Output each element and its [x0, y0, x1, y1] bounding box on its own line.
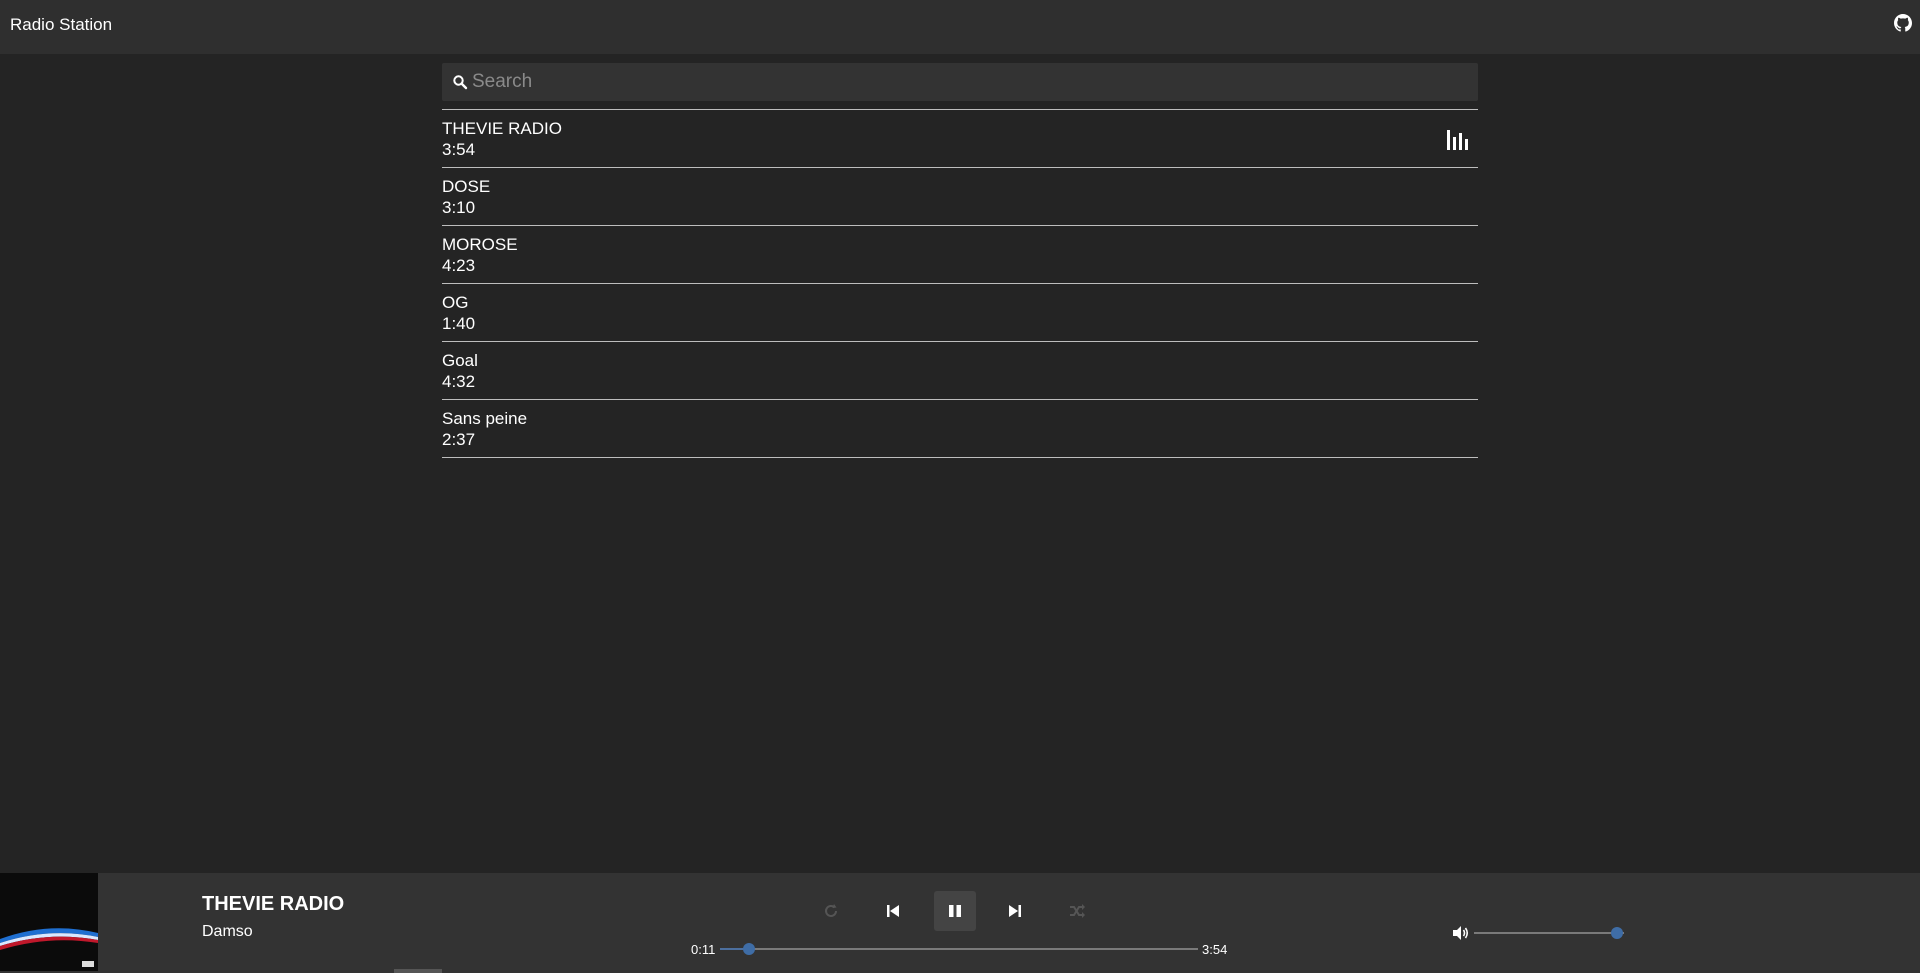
volume-slider[interactable] — [1474, 927, 1624, 939]
track-duration: 4:32 — [442, 372, 476, 391]
shuffle-button[interactable] — [1056, 891, 1098, 931]
track-title: OG — [442, 293, 469, 312]
equalizer-icon — [1447, 130, 1468, 150]
scroll-indicator — [394, 969, 442, 973]
pause-icon — [949, 905, 961, 917]
total-time: 3:54 — [1202, 942, 1228, 957]
track-row[interactable]: MOROSE 4:23 — [442, 226, 1478, 284]
github-icon[interactable] — [1894, 14, 1912, 32]
track-duration: 3:54 — [442, 140, 476, 159]
app-title: Radio Station — [10, 15, 113, 34]
track-row[interactable]: THEVIE RADIO 3:54 — [442, 110, 1478, 168]
top-bar: Radio Station — [0, 0, 1920, 54]
seek-handle[interactable] — [742, 943, 755, 955]
volume-icon[interactable] — [1452, 925, 1470, 941]
next-icon — [1009, 905, 1021, 917]
previous-button[interactable] — [872, 891, 914, 931]
track-title: MOROSE — [442, 235, 518, 254]
search-input[interactable] — [472, 63, 1472, 101]
repeat-button[interactable] — [810, 891, 852, 931]
main-content: THEVIE RADIO 3:54 DOSE 3:10 MOROSE 4:23 … — [442, 63, 1478, 458]
track-title: Sans peine — [442, 409, 528, 428]
volume-fill — [1474, 932, 1617, 934]
track-row[interactable]: Sans peine 2:37 — [442, 400, 1478, 458]
album-art-image — [0, 873, 98, 971]
search-box — [442, 63, 1478, 101]
now-playing-artist: Damso — [202, 923, 253, 940]
album-art — [0, 873, 98, 971]
track-row[interactable]: OG 1:40 — [442, 284, 1478, 342]
next-button[interactable] — [994, 891, 1036, 931]
elapsed-time: 0:11 — [691, 942, 716, 957]
track-row[interactable]: Goal 4:32 — [442, 342, 1478, 400]
search-icon — [453, 75, 468, 90]
now-playing-title: THEVIE RADIO — [202, 893, 345, 915]
track-duration: 4:23 — [442, 256, 476, 275]
track-duration: 1:40 — [442, 314, 476, 333]
seek-bar[interactable] — [720, 943, 1198, 955]
player-bar: THEVIE RADIO Damso — [0, 873, 1920, 973]
repeat-icon — [825, 904, 837, 917]
pause-button[interactable] — [934, 891, 976, 931]
track-duration: 2:37 — [442, 430, 476, 449]
shuffle-icon — [1070, 904, 1085, 918]
track-title: DOSE — [442, 177, 491, 196]
track-title: THEVIE RADIO — [442, 119, 562, 138]
track-title: Goal — [442, 351, 478, 370]
volume-handle[interactable] — [1610, 927, 1623, 939]
previous-icon — [887, 905, 899, 917]
track-duration: 3:10 — [442, 198, 476, 217]
track-row[interactable]: DOSE 3:10 — [442, 168, 1478, 226]
playback-controls — [810, 891, 1100, 931]
track-list: THEVIE RADIO 3:54 DOSE 3:10 MOROSE 4:23 … — [442, 109, 1478, 458]
